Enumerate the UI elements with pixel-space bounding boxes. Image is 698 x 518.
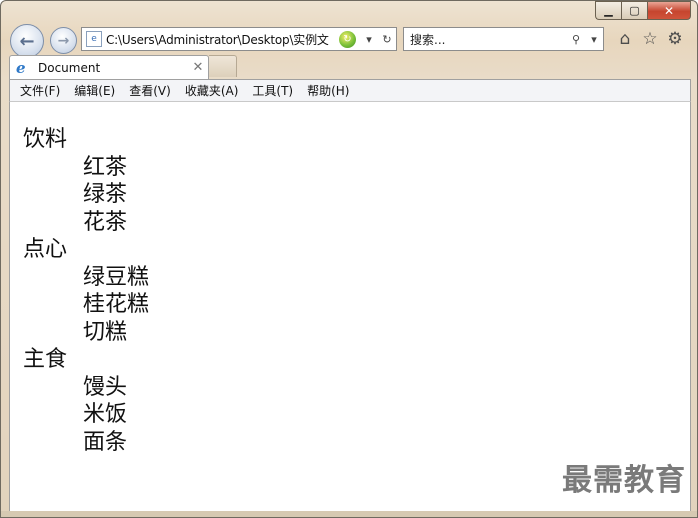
browser-window: ▁ ▢ ✕ ← → e C:\Users\Administrator\Deskt… (0, 0, 698, 518)
list-item: 绿豆糕 (83, 264, 150, 290)
window-caption-buttons: ▁ ▢ ✕ (595, 1, 691, 21)
close-tab-icon[interactable]: ✕ (188, 60, 208, 75)
category-title: 点心 (23, 237, 68, 262)
gear-icon[interactable]: ⚙ (665, 29, 685, 49)
address-bar[interactable]: e C:\Users\Administrator\Desktop\实例文 ↻ ▾… (81, 27, 397, 51)
search-icon[interactable]: ⚲ (567, 33, 585, 46)
list-item: 米饭 (83, 402, 128, 427)
forward-button[interactable]: → (50, 27, 77, 54)
back-button[interactable]: ← (10, 24, 44, 58)
tab-document[interactable]: e Document ✕ (9, 55, 209, 79)
home-icon[interactable]: ⌂ (615, 29, 635, 49)
menu-tools[interactable]: 工具(T) (246, 82, 301, 99)
list-item: 面条 (83, 429, 128, 455)
search-box[interactable]: 搜索... ⚲ ▾ (403, 27, 604, 51)
list-item: 红茶 (83, 154, 128, 180)
search-input[interactable]: 搜索... (410, 31, 567, 48)
address-input[interactable]: C:\Users\Administrator\Desktop\实例文 (106, 31, 339, 48)
new-tab-button[interactable] (209, 55, 237, 77)
page-icon: e (86, 31, 102, 47)
maximize-button[interactable]: ▢ (621, 1, 647, 20)
menu-edit[interactable]: 编辑(E) (68, 82, 123, 99)
menu-view[interactable]: 查看(V) (123, 82, 179, 99)
list-item: 切糕 (83, 319, 128, 345)
list-item: 花茶 (83, 209, 128, 235)
watermark-logo: 最需教育 (562, 463, 686, 498)
minimize-button[interactable]: ▁ (595, 1, 621, 20)
menu-file[interactable]: 文件(F) (14, 82, 68, 99)
page-content: 饮料 红茶 绿茶 花茶 点心 绿豆糕 桂花糕 切糕 主食 馒头 米饭 面条 最需… (9, 102, 691, 513)
dropdown-arrow-icon[interactable]: ▾ (360, 33, 378, 46)
compatibility-view-icon[interactable]: ↻ (339, 30, 356, 48)
tab-title: Document (38, 60, 101, 75)
refresh-icon[interactable]: ↻ (378, 33, 396, 46)
search-dropdown-icon[interactable]: ▾ (585, 33, 603, 46)
list-item: 绿茶 (83, 182, 128, 207)
menu-help[interactable]: 帮助(H) (301, 82, 357, 99)
favorites-star-icon[interactable]: ☆ (640, 29, 660, 49)
list-item: 桂花糕 (83, 292, 150, 317)
arrow-right-icon: → (57, 32, 70, 49)
menu-favorites[interactable]: 收藏夹(A) (179, 82, 247, 99)
menu-bar: 文件(F) 编辑(E) 查看(V) 收藏夹(A) 工具(T) 帮助(H) (9, 79, 691, 102)
window-bottom-border (1, 511, 697, 517)
close-window-button[interactable]: ✕ (647, 1, 691, 20)
arrow-left-icon: ← (19, 30, 35, 52)
ie-page-icon: e (16, 58, 26, 77)
category-title: 主食 (23, 347, 68, 372)
category-title: 饮料 (23, 127, 68, 152)
list-item: 馒头 (83, 374, 128, 400)
